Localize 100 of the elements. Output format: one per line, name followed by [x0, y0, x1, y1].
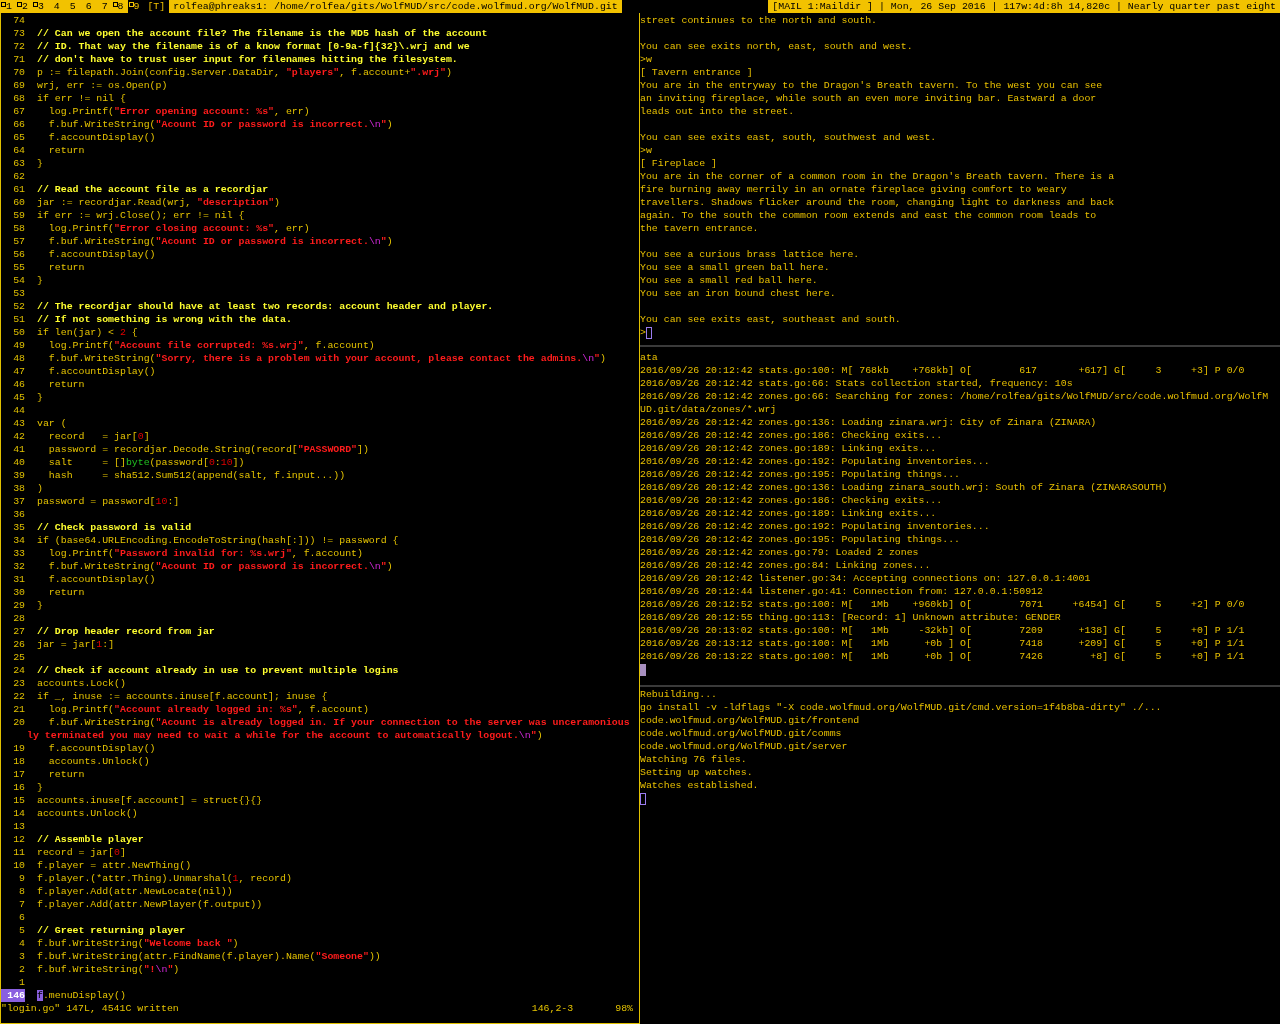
line-number: 6	[18, 911, 25, 924]
window-indicator-icon	[112, 2, 118, 7]
line-number: 11	[12, 846, 25, 859]
workspace-tag[interactable]: 7	[95, 0, 112, 13]
line-number: 63	[12, 157, 25, 170]
workspace-tag[interactable]: 2	[15, 0, 32, 13]
code-line: // Assemble player	[37, 833, 144, 846]
code-line: return	[47, 261, 85, 274]
line-number: 8	[18, 885, 25, 898]
window-title: rolfea@phreaks1: /home/rolfea/gits/WolfMUD/src/code.wolfmud.org/WolfMUD.git	[169, 0, 622, 13]
line-number: 3	[18, 950, 25, 963]
terminal-line: 2016/09/26 20:12:42 stats.go:100: M[ 768kb +768kb] O[ 617 +617] G[ 3 +3] P 0/0	[640, 364, 1246, 377]
code-line: // Check password is valid	[37, 521, 192, 534]
line-number: 146	[1, 989, 25, 1002]
code-line: p := filepath.Join(config.Server.DataDir, "players", f.account+".wrj")	[37, 66, 452, 79]
line-number: 19	[12, 742, 25, 755]
code-line: f.accountDisplay()	[47, 365, 156, 378]
line-number: 46	[12, 378, 25, 391]
terminal-line: 2016/09/26 20:12:42 zones.go:79: Loaded 2 zones	[640, 546, 920, 559]
line-number: 29	[12, 599, 25, 612]
code-line: ly terminated you may need to wait a while for the account to automatically logout.\n")	[27, 729, 543, 742]
workspace-tag[interactable]: 6	[79, 0, 96, 13]
terminal-line: 2016/09/26 20:12:42 zones.go:195: Populating things...	[640, 533, 961, 546]
code-line: f.buf.WriteString("Acount ID or password is incorrect.\n")	[47, 560, 393, 573]
line-number: 10	[12, 859, 25, 872]
terminal-line: 2016/09/26 20:12:42 zones.go:192: Populating inventories...	[640, 455, 991, 468]
line-number: 41	[12, 443, 25, 456]
line-number: 72	[12, 40, 25, 53]
line-number: 49	[12, 339, 25, 352]
line-number: 27	[12, 625, 25, 638]
terminal-line: You can see exits east, southeast and south.	[640, 313, 902, 326]
workspace-tag[interactable]: 3	[31, 0, 48, 13]
code-line: hash = sha512.Sum512(append(salt, f.input...))	[47, 469, 346, 482]
terminal-line: 2016/09/26 20:12:42 zones.go:186: Checking exits...	[640, 494, 944, 507]
terminal-line: Rebuilding...	[640, 688, 719, 701]
terminal-line: 2016/09/26 20:12:42 zones.go:189: Linking exits...	[640, 442, 938, 455]
line-number: 42	[12, 430, 25, 443]
line-number: 2	[18, 963, 25, 976]
workspace-tag[interactable]: 4	[47, 0, 64, 13]
terminal-line: Watching 76 files.	[640, 753, 748, 766]
line-number: 47	[12, 365, 25, 378]
prompt-text: >	[640, 326, 646, 339]
code-line: // Read the account file as a recordjar	[37, 183, 269, 196]
terminal-line: 2016/09/26 20:12:42 zones.go:195: Populating things...	[640, 468, 961, 481]
line-number: 26	[12, 638, 25, 651]
terminal-line: You see a small red ball here.	[640, 274, 819, 287]
terminal-line: ata	[640, 351, 659, 364]
workspace-tag[interactable]: 9	[127, 0, 144, 13]
line-number: 30	[12, 586, 25, 599]
line-number: 25	[12, 651, 25, 664]
terminal-line: 2016/09/26 20:12:52 stats.go:100: M[ 1Mb +960kb] O[ 7071 +6454] G[ 5 +2] P 0/0	[640, 598, 1246, 611]
code-line: f.player.(*attr.Thing).Unmarshal(1, record)	[37, 872, 292, 885]
terminal-line: the tavern entrance.	[640, 222, 760, 235]
cursor-position: 146,2-3	[531, 1002, 574, 1015]
terminal-line: go install -v -ldflags "-X code.wolfmud.org/WolfMUD.git/cmd.version=1f4b8ba-dirty" ./...	[640, 701, 1163, 714]
terminal-line: again. To the south the common room extends and east the common room leads to	[640, 209, 1098, 222]
terminal-line: 2016/09/26 20:13:22 stats.go:100: M[ 1Mb +0b ] O[ 7426 +8] G[ 5 +0] P 1/1	[640, 650, 1246, 663]
terminal-line: Watches established.	[640, 779, 760, 792]
code-line: f.buf.WriteString("Acount is already logged in. If your connection to the server was unceramonious	[47, 716, 630, 729]
line-number: 23	[12, 677, 25, 690]
window-indicator-icon	[1, 2, 6, 7]
terminal-line: 2016/09/26 20:12:42 zones.go:136: Loading zinara.wrj: City of Zinara (ZINARA)	[640, 416, 1098, 429]
code-line: f.buf.WriteString("Welcome back ")	[37, 937, 239, 950]
line-number: 35	[12, 521, 25, 534]
line-number: 18	[12, 755, 25, 768]
terminal-line: [ Tavern entrance ]	[640, 66, 754, 79]
line-number: 73	[12, 27, 25, 40]
line-number: 33	[12, 547, 25, 560]
terminal-line: an inviting fireplace, while south an even more inviting bar. Eastward a door	[640, 92, 1098, 105]
workspace-tag[interactable]: 5	[63, 0, 80, 13]
code-line: if (base64.URLEncoding.EncodeToString(hash[:])) != password {	[37, 534, 399, 547]
code-line: var (	[37, 417, 67, 430]
terminal-line: 2016/09/26 20:12:42 zones.go:136: Loading zinara_south.wrj: South of Zinara (ZINARASOUTH)	[640, 481, 1169, 494]
code-line: accounts.Lock()	[37, 677, 126, 690]
window-indicator-icon	[16, 2, 22, 7]
code-line: // If not something is wrong with the data.	[37, 313, 292, 326]
code-line: f.buf.WriteString(attr.FindName(f.player).Name("Someone"))	[37, 950, 381, 963]
terminal-line: 2016/09/26 20:12:44 listener.go:41: Connection from: 127.0.0.1:50912	[640, 585, 1044, 598]
terminal-line: [ Fireplace ]	[640, 157, 719, 170]
terminal-line: 2016/09/26 20:12:42 zones.go:84: Linking zones...	[640, 559, 932, 572]
line-number: 24	[12, 664, 25, 677]
code-line: // don't have to trust user input for filenames hitting the filesystem.	[37, 53, 458, 66]
code-line: f.player.Add(attr.NewPlayer(f.output))	[37, 898, 263, 911]
line-number: 37	[12, 495, 25, 508]
code-line: f.player = attr.NewThing()	[37, 859, 192, 872]
terminal-line: You are in the corner of a common room in the Dragon's Breath tavern. There is a	[640, 170, 1116, 183]
code-line: f.buf.WriteString("Acount ID or password is incorrect.\n")	[47, 235, 393, 248]
line-number: 43	[12, 417, 25, 430]
code-line: accounts.inuse[f.account] = struct{}{}	[37, 794, 263, 807]
workspace-tag[interactable]: 1	[0, 0, 16, 13]
terminal-line: 2016/09/26 20:12:42 zones.go:192: Populating inventories...	[640, 520, 991, 533]
code-line: // Check if account already in use to prevent multiple logins	[37, 664, 399, 677]
workspace-tag[interactable]: 8	[111, 0, 128, 13]
line-number: 67	[12, 105, 25, 118]
code-line: // Can we open the account file? The filename is the MD5 hash of the account	[37, 27, 488, 40]
line-number: 9	[18, 872, 25, 885]
line-number: 70	[12, 66, 25, 79]
code-line: log.Printf("Account file corrupted: %s.wrj", f.account)	[47, 339, 375, 352]
terminal-line: code.wolfmud.org/WolfMUD.git/comms	[640, 727, 843, 740]
code-line: jar = jar[1:]	[37, 638, 115, 651]
